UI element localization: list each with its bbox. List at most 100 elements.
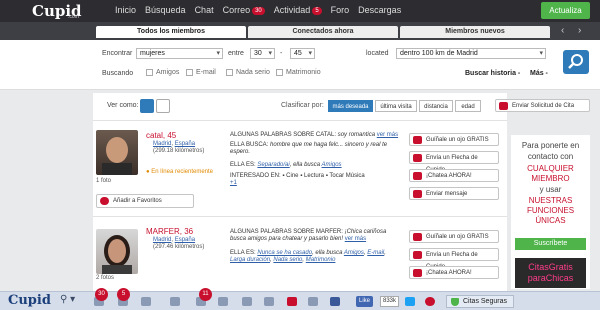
seeking-nada-serio-checkbox[interactable]: Nada serio: [226, 69, 270, 76]
send-message-button[interactable]: Enviar mensaje: [409, 187, 499, 200]
bottom-cupid-logo[interactable]: Cupid: [8, 293, 51, 308]
gender-select[interactable]: mujeres: [136, 48, 223, 59]
nav-correo-label: Correo: [222, 5, 251, 15]
upgrade-ad[interactable]: Para ponerte en contacto con CUALQUIER M…: [511, 135, 590, 289]
seeks-link[interactable]: E-mail: [367, 250, 384, 256]
seeking-amigos-checkbox[interactable]: Amigos: [146, 69, 179, 76]
subscribe-button[interactable]: Suscríbete: [515, 238, 586, 250]
nav-descargas[interactable]: Descargas: [358, 5, 401, 15]
send-date-request-button[interactable]: Enviar Solicitud de Cita: [495, 99, 590, 112]
age-max-select[interactable]: 45: [290, 48, 315, 59]
nav-actividad-label: Actividad: [273, 5, 311, 15]
checkbox-box: [146, 69, 153, 76]
tab-new-members[interactable]: Miembros nuevos: [400, 26, 550, 38]
nav-inicio[interactable]: Inicio: [115, 5, 136, 15]
profile-name[interactable]: catal, 45: [146, 131, 176, 140]
cupid-arrow-icon[interactable]: [141, 297, 151, 306]
seeking-email-checkbox[interactable]: E-mail: [186, 69, 216, 76]
grid-icon[interactable]: [308, 297, 318, 306]
member-tabs: Todos los miembros Conectados ahora Miem…: [0, 22, 600, 40]
add-favorites-button[interactable]: Añadir a Favoritos: [96, 194, 194, 208]
nav-foro[interactable]: Foro: [331, 5, 350, 15]
heart-arrow-icon: [413, 251, 422, 259]
seeks-link[interactable]: Amigos: [344, 250, 364, 256]
youtube-icon[interactable]: [287, 297, 297, 306]
online-dot-icon: ●: [146, 169, 150, 175]
location-city-link[interactable]: Madrid: [153, 141, 171, 147]
tabs-prev-arrow-icon[interactable]: ‹: [561, 25, 564, 36]
facebook-icon[interactable]: [330, 297, 340, 306]
marital-status-link[interactable]: Separado/ai: [257, 162, 289, 168]
profile-interests: INTERESADO EN: ▪ Cine ▪ Lectura ▪ Tocar …: [230, 173, 400, 187]
search-history-dropdown[interactable]: Buscar historia -: [465, 70, 520, 77]
profile-photo[interactable]: [96, 130, 138, 175]
wink-icon: [413, 136, 422, 144]
tabs-next-arrow-icon[interactable]: ›: [578, 25, 581, 36]
wink-icon: [413, 233, 422, 241]
upgrade-button[interactable]: Actualiza: [541, 2, 590, 19]
facebook-like-button[interactable]: Like: [356, 296, 374, 307]
chat-now-button[interactable]: ¡Chatea AHORA!: [409, 169, 499, 182]
cupid-arrow-button[interactable]: Envía un Flecha de Cupido: [409, 248, 499, 270]
like-label: Like: [359, 298, 371, 304]
location-city-link[interactable]: Madrid: [153, 237, 171, 243]
seeking-email-label: E-mail: [196, 69, 216, 76]
citas-gratis-banner[interactable]: CitasGratis paraChicas: [515, 258, 586, 288]
film-icon: ▪: [282, 173, 285, 179]
photo-count: 1 foto: [96, 178, 112, 184]
chat-icon[interactable]: [170, 297, 180, 306]
sort-distance[interactable]: distancia: [419, 100, 453, 112]
pinterest-icon[interactable]: [425, 297, 435, 306]
nav-busqueda[interactable]: Búsqueda: [145, 5, 186, 15]
profile-photo[interactable]: [96, 229, 138, 274]
wink-button[interactable]: Guíñale un ojo GRATIS: [409, 230, 499, 243]
chat-now-label: ¡Chatea AHORA!: [426, 173, 472, 179]
nav-chat[interactable]: Chat: [195, 5, 214, 15]
seeks-link[interactable]: Nada serio: [273, 257, 302, 263]
profile-seeks: ELLA BUSCA: hombre que me haga felc... s…: [230, 142, 390, 156]
interest-item: Cine: [286, 173, 299, 179]
more-dropdown[interactable]: Más -: [530, 70, 548, 77]
cupid-arrow-button[interactable]: Envía un Flecha de Cupido: [409, 151, 499, 173]
seeks-link[interactable]: Matrimonio: [306, 257, 336, 263]
sort-last-visit[interactable]: última visita: [375, 100, 417, 112]
settings-icon[interactable]: [242, 297, 252, 306]
photos-icon[interactable]: [218, 297, 228, 306]
interest-item: Lectura: [304, 173, 325, 179]
see-more-link[interactable]: ver más: [345, 236, 366, 242]
profile-name[interactable]: MARFER, 36: [146, 227, 193, 236]
sort-most-wanted[interactable]: más deseada: [328, 100, 373, 112]
chat-now-button[interactable]: ¡Chatea AHORA!: [409, 266, 499, 279]
checkbox-box: [186, 69, 193, 76]
nav-actividad[interactable]: Actividad 5: [274, 5, 322, 15]
grid-view-icon[interactable]: [156, 99, 170, 113]
age-min-select[interactable]: 30: [250, 48, 275, 59]
envelope-icon: [413, 190, 422, 198]
mobile-icon[interactable]: [264, 297, 274, 306]
tab-all-members[interactable]: Todos los miembros: [96, 26, 246, 38]
seeks-link[interactable]: Larga duración: [230, 257, 270, 263]
results-panel: Ver como: Clasificar por: más deseada úl…: [93, 93, 507, 291]
about-title: ALGUNAS PALABRAS SOBRE MARFER:: [230, 229, 343, 235]
checkbox-box: [276, 69, 283, 76]
location-select[interactable]: dentro 100 km de Madrid: [396, 48, 546, 59]
nav-correo[interactable]: Correo 30: [223, 5, 265, 15]
shield-icon: [451, 298, 459, 306]
tab-online-now[interactable]: Conectados ahora: [248, 26, 398, 38]
ad-line: contacto con: [527, 152, 574, 161]
seeking-matrimonio-checkbox[interactable]: Matrimonio: [276, 69, 321, 76]
seeks-friends-link[interactable]: Amigos: [322, 162, 342, 168]
location-country-link[interactable]: España: [175, 141, 195, 147]
sort-age[interactable]: edad: [455, 100, 481, 112]
marital-status-link[interactable]: Nunca se ha casado: [257, 250, 312, 256]
location-country-link[interactable]: España: [175, 237, 195, 243]
see-more-link[interactable]: ver más: [377, 132, 398, 138]
interests-more-link[interactable]: +1: [230, 180, 237, 186]
row-divider: [93, 216, 507, 217]
twitter-icon[interactable]: [405, 297, 415, 306]
search-button[interactable]: [563, 50, 589, 74]
safe-dating-button[interactable]: Citas Seguras: [446, 295, 514, 308]
list-view-icon[interactable]: [140, 99, 154, 113]
search-menu-icon[interactable]: ⚲ ▾: [60, 294, 75, 305]
wink-button[interactable]: Guíñale un ojo GRATIS: [409, 133, 499, 146]
